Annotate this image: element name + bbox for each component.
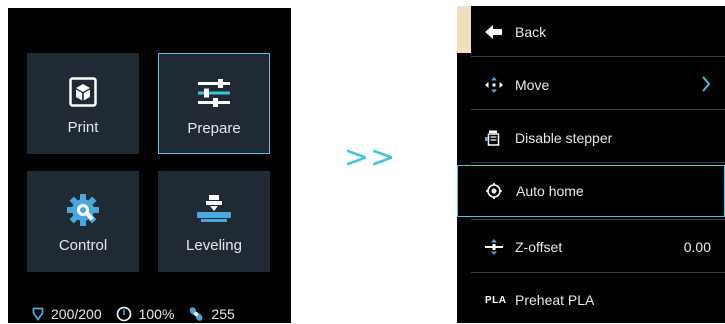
menu-item-label: Move xyxy=(515,77,550,93)
menu-item-label: Disable stepper xyxy=(515,130,613,146)
menu-item-label: Auto home xyxy=(516,183,584,199)
divider xyxy=(471,109,725,110)
main-menu-screen: Print Prepare Control Leveling 200/200 1… xyxy=(8,8,291,323)
prepare-menu-screen: Back Move Disable stepper Auto home Z-of… xyxy=(457,6,725,323)
divider xyxy=(471,219,725,220)
divider xyxy=(471,56,725,57)
back-arrow-icon xyxy=(485,6,503,58)
bed-leveling-icon xyxy=(195,193,233,227)
transition-arrows: >> xyxy=(344,140,397,175)
chevron-right-icon xyxy=(701,75,711,95)
prepare-label: Prepare xyxy=(187,120,241,137)
move-arrows-icon xyxy=(485,59,503,111)
print-tile[interactable]: Print xyxy=(27,53,139,154)
gear-wrench-icon xyxy=(66,193,100,227)
z-offset-icon xyxy=(485,221,503,273)
prepare-tile[interactable]: Prepare xyxy=(158,53,270,154)
menu-item-preheat-pla[interactable]: PLA Preheat PLA xyxy=(457,274,725,323)
control-label: Control xyxy=(58,237,108,254)
divider xyxy=(471,272,725,273)
menu-item-z-offset[interactable]: Z-offset 0.00 xyxy=(457,221,725,273)
z-offset-value: 0.00 xyxy=(683,239,711,255)
menu-item-label: Preheat PLA xyxy=(515,292,595,308)
home-target-icon xyxy=(486,166,502,216)
sliders-icon xyxy=(196,76,232,110)
status-bar: 200/200 100% 255 xyxy=(32,304,249,324)
fan-icon xyxy=(188,306,204,322)
menu-item-auto-home[interactable]: Auto home xyxy=(457,165,725,217)
menu-item-label: Back xyxy=(515,24,547,40)
menu-item-move[interactable]: Move xyxy=(457,59,725,111)
divider xyxy=(471,162,725,163)
leveling-label: Leveling xyxy=(186,237,242,254)
menu-item-back[interactable]: Back xyxy=(457,6,725,58)
menu-item-label: Z-offset xyxy=(515,239,563,255)
menu-item-disable-stepper[interactable]: Disable stepper xyxy=(457,112,725,164)
print-cube-icon xyxy=(69,75,97,109)
temperature-value: 200/200 xyxy=(51,306,102,322)
nozzle-temperature-icon xyxy=(32,307,44,321)
pla-icon: PLA xyxy=(485,294,507,306)
leveling-tile[interactable]: Leveling xyxy=(158,171,270,272)
speed-value: 100% xyxy=(138,306,175,322)
print-label: Print xyxy=(67,119,99,136)
fan-value: 255 xyxy=(211,306,235,322)
stepper-icon xyxy=(485,112,501,164)
speed-gauge-icon xyxy=(116,306,132,322)
control-tile[interactable]: Control xyxy=(27,171,139,272)
